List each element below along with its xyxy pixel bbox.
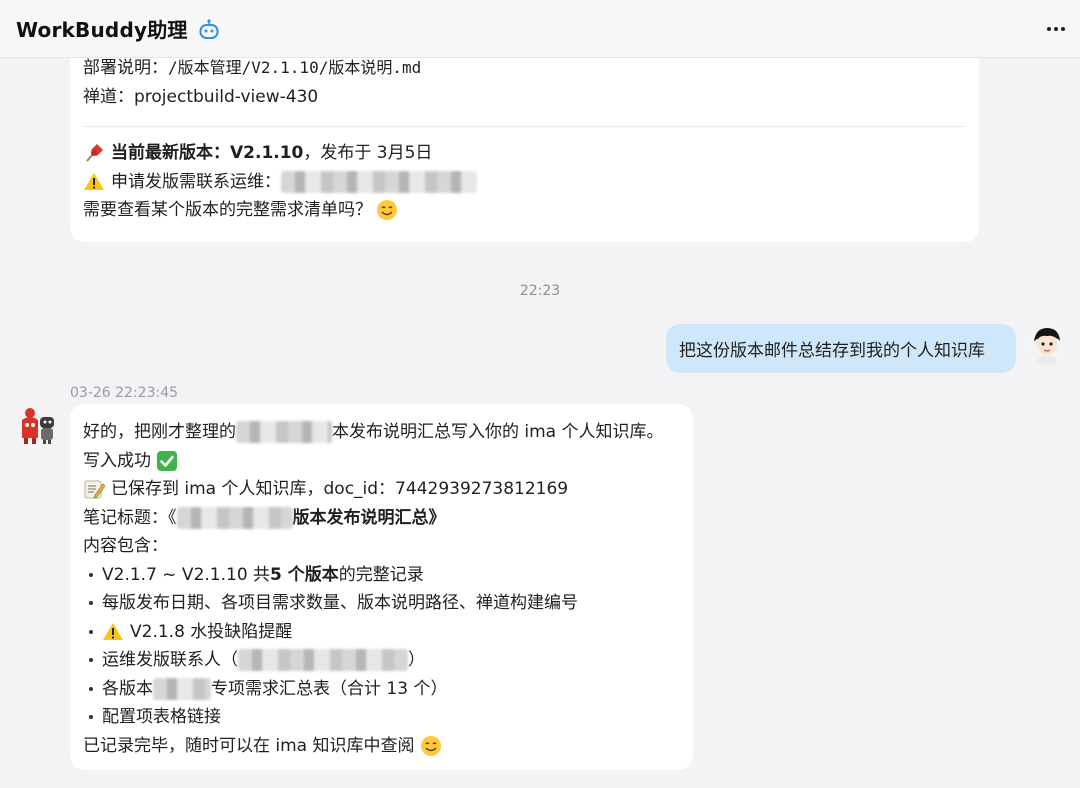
chat-title: WorkBuddy助理 xyxy=(16,18,188,42)
list-item: 配置项表格链接 xyxy=(83,703,680,732)
divider xyxy=(83,126,966,127)
list-item: 各版本 专项需求汇总表（合计 13 个） xyxy=(83,675,680,704)
bot-avatar[interactable] xyxy=(16,404,58,446)
bot-message-previous: 部署说明： /版本管理/V2.1.10/版本说明.md 禅道： projectb… xyxy=(70,40,979,242)
bot-line-5: 内容包含： xyxy=(83,532,680,561)
user-message-bubble: 把这份版本邮件总结存到我的个人知识库 xyxy=(666,324,1016,373)
latest-date: ，发布于 3月5日 xyxy=(303,143,433,163)
question-text: 需要查看某个版本的完整需求清单吗？ xyxy=(83,200,372,220)
text-segment: ） xyxy=(408,650,425,670)
question-line: 需要查看某个版本的完整需求清单吗？ xyxy=(83,196,966,225)
note-title: 版本发布说明汇总》 xyxy=(292,507,446,528)
chandao-line: 禅道： projectbuild-view-430 xyxy=(83,83,966,112)
warning-icon xyxy=(83,171,105,193)
list-item: 每版发布日期、各项目需求数量、版本说明路径、禅道构建编号 xyxy=(83,589,680,618)
bot-message-bubble: 好的，把刚才整理的 本发布说明汇总写入你的 ima 个人知识库。 写入成功 已保… xyxy=(70,404,693,770)
warning-icon xyxy=(102,621,124,643)
smile-icon xyxy=(420,735,442,757)
apply-line: 申请发版需联系运维： xyxy=(83,168,966,197)
message-timestamp: 03-26 22:23:45 xyxy=(70,385,179,401)
redacted-text xyxy=(236,421,332,444)
contents-label: 内容包含： xyxy=(83,536,168,556)
chandao-label: 禅道： xyxy=(83,86,134,107)
smile-icon xyxy=(376,199,398,221)
latest-version: V2.1.10 xyxy=(230,143,304,163)
text-segment: 好的，把刚才整理的 xyxy=(83,422,236,442)
user-message-text: 把这份版本邮件总结存到我的个人知识库 xyxy=(679,341,985,361)
deploy-path: /版本管理/V2.1.10/版本说明.md xyxy=(168,58,422,77)
deploy-label: 部署说明： xyxy=(83,58,168,78)
redacted-contact xyxy=(281,170,477,193)
text-segment: 每版发布日期、各项目需求数量、版本说明路径、禅道构建编号 xyxy=(102,593,578,613)
list-item: V2.1.7 ~ V2.1.10 共 5 个版本 的完整记录 xyxy=(83,561,680,590)
success-text: 写入成功 xyxy=(83,450,151,471)
text-segment: 各版本 xyxy=(102,678,153,699)
robot-icon xyxy=(198,18,220,40)
apply-text: 申请发版需联系运维： xyxy=(111,171,281,192)
bot-line-1: 好的，把刚才整理的 本发布说明汇总写入你的 ima 个人知识库。 xyxy=(83,418,680,447)
latest-version-line: 当前最新版本： V2.1.10 ，发布于 3月5日 xyxy=(83,139,966,168)
list-item: 运维发版联系人（ ） xyxy=(83,646,680,675)
bot-closing-line: 已记录完毕，随时可以在 ima 知识库中查阅 xyxy=(83,732,680,761)
more-horizontal-icon xyxy=(1047,27,1051,31)
bot-line-3: 已保存到 ima 个人知识库，doc_id：7442939273812169 xyxy=(83,475,680,504)
text-segment: 5 个版本 xyxy=(270,564,339,585)
text-segment: 运维发版联系人（ xyxy=(102,650,238,670)
pushpin-icon xyxy=(83,142,105,164)
user-avatar[interactable] xyxy=(1026,323,1068,365)
text-segment: V2.1.8 水投缺陷提醒 xyxy=(130,621,293,642)
saved-text: 已保存到 ima 个人知识库，doc_id：7442939273812169 xyxy=(111,479,569,499)
text-segment: V2.1.7 ~ V2.1.10 共 xyxy=(102,564,271,585)
text-segment: 笔记标题：《 xyxy=(83,507,177,528)
redacted-text xyxy=(153,677,211,700)
more-options-button[interactable] xyxy=(1044,17,1068,41)
deploy-line: 部署说明： /版本管理/V2.1.10/版本说明.md xyxy=(83,54,966,83)
text-segment: 专项需求汇总表（合计 13 个） xyxy=(211,678,448,699)
list-item: V2.1.8 水投缺陷提醒 xyxy=(83,618,680,647)
chat-header: WorkBuddy助理 xyxy=(0,0,1080,58)
redacted-text xyxy=(238,649,408,672)
chandao-value: projectbuild-view-430 xyxy=(134,86,319,107)
check-mark-icon xyxy=(156,450,178,472)
text-segment: 配置项表格链接 xyxy=(102,707,221,727)
memo-icon xyxy=(83,478,105,500)
bot-line-2: 写入成功 xyxy=(83,447,680,476)
time-divider: 22:23 xyxy=(519,283,561,299)
closing-text: 已记录完毕，随时可以在 ima 知识库中查阅 xyxy=(83,735,415,756)
latest-label: 当前最新版本： xyxy=(111,143,230,163)
bot-line-4: 笔记标题：《 版本发布说明汇总》 xyxy=(83,504,680,533)
text-segment: 本发布说明汇总写入你的 ima 个人知识库。 xyxy=(332,422,664,442)
text-segment: 的完整记录 xyxy=(338,564,424,585)
redacted-text xyxy=(176,506,293,529)
